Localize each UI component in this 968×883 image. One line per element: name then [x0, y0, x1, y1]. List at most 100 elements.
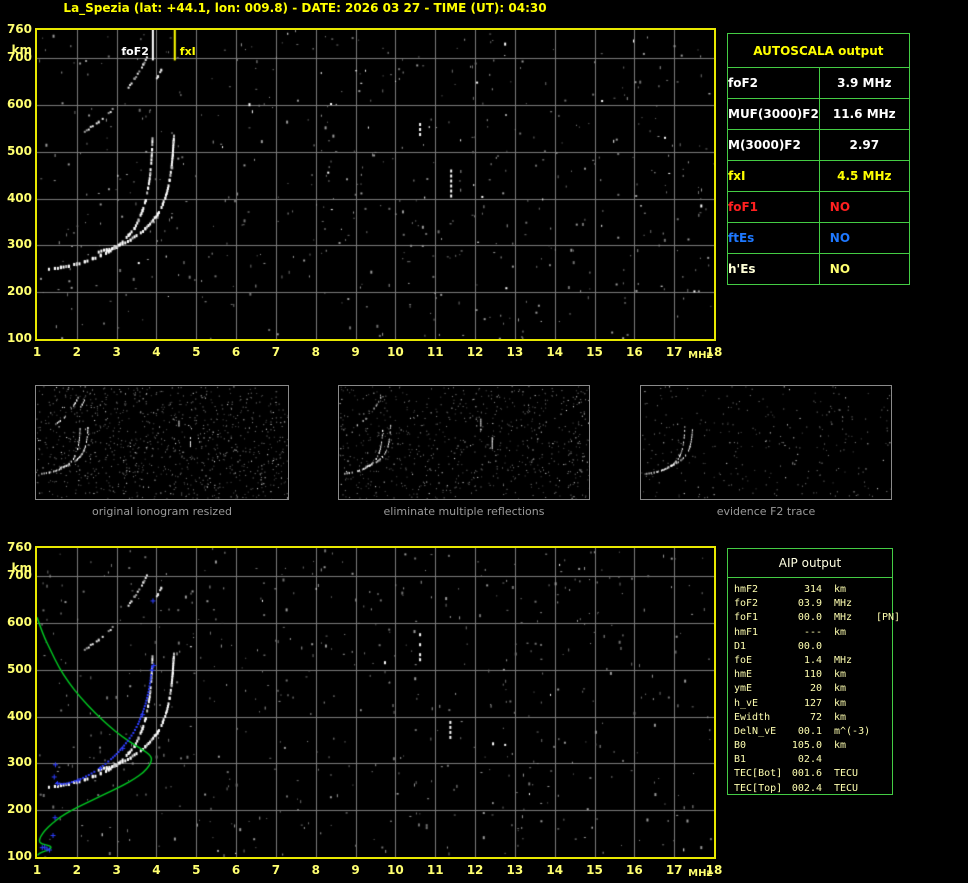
x-axis-unit-label: MHz [688, 350, 713, 361]
x-axis-tick-label: 10 [387, 863, 404, 877]
aip-table-row: foF1 00.0 MHz [PN] [734, 611, 900, 625]
autoscala-table-title: AUTOSCALA output [727, 33, 910, 68]
autoscala-table-row: MUF(3000)F2 11.6 MHz [727, 98, 910, 130]
aip-table-row: hmE 110 km [734, 668, 892, 682]
autoscala-table-row: foF1 NO [727, 191, 910, 223]
thumbnail-panel [338, 385, 590, 500]
aip-param-unit: km [834, 669, 847, 681]
autoscala-table-row: foF2 3.9 MHz [727, 67, 910, 99]
aip-col-gap [822, 583, 834, 597]
y-axis-tick-label: 300 [6, 237, 32, 252]
thumbnail-canvas [36, 386, 288, 499]
autoscala-param-value: 4.5 MHz [818, 160, 910, 192]
autoscala-param-value: 2.97 [818, 129, 910, 161]
aip-table-row: D1 00.0 [734, 640, 892, 654]
aip-param-value: 105.0 [791, 740, 822, 752]
aip-param-value: 314 [803, 584, 822, 595]
x-axis-tick-label: 2 [72, 345, 81, 359]
aip-col-gap [822, 753, 834, 767]
autoscala-table-row: fxI 4.5 MHz [727, 160, 910, 192]
aip-table-title: AIP output [728, 549, 892, 578]
aip-param-label: foF2 [734, 598, 759, 610]
autoscala-param-label: ftEs [727, 222, 820, 254]
aip-param-label: hmE [734, 669, 753, 681]
thumbnail-panel [640, 385, 892, 500]
autoscala-param-value: 3.9 MHz [818, 67, 910, 99]
aip-table-row: foF2 03.9 MHz [734, 597, 892, 611]
thumbnail-canvas [641, 386, 891, 499]
aip-param-label: foF1 [734, 612, 759, 624]
y-axis-tick-label: 600 [6, 96, 32, 111]
x-axis-tick-label: 14 [546, 345, 564, 359]
ionogram-canvas-top [37, 30, 714, 339]
aip-param-value: 00.0 [797, 612, 822, 624]
aip-col-gap [822, 697, 834, 711]
autoscala-param-value: 11.6 MHz [818, 98, 910, 130]
aip-param-extra [876, 739, 892, 753]
x-axis-tick-label: 17 [665, 345, 683, 359]
aip-param-label: hmF1 [734, 626, 759, 638]
aip-table-row: TEC[Bot] 001.6 TECU [734, 767, 892, 781]
x-axis-unit-label: MHz [688, 868, 713, 879]
y-axis-tick-label: 760 [6, 540, 32, 554]
aip-col-gap [822, 725, 834, 739]
aip-table-row: h_vE 127 km [734, 697, 892, 711]
y-axis-tick-label: 500 [6, 143, 32, 158]
aip-param-unit: m^(-3) [834, 725, 871, 737]
aip-col-gap [822, 682, 834, 696]
x-axis-tick-label: 16 [625, 863, 643, 877]
aip-param-extra [876, 725, 892, 739]
aip-param-extra [876, 583, 892, 597]
x-axis-tick-label: 7 [271, 863, 281, 877]
aip-param-value: 20 [809, 683, 822, 695]
x-axis-tick-label: 4 [152, 863, 161, 877]
aip-col-gap [822, 767, 834, 781]
x-axis-tick-label: 6 [231, 863, 241, 877]
y-axis-tick-label: 100 [6, 849, 32, 863]
autoscala-output-table: AUTOSCALA output foF2 3.9 MHz MUF(3000)F2 1… [727, 33, 910, 285]
aip-table-row: B0 105.0 km [734, 739, 892, 753]
autoscala-param-label: fxI [727, 160, 820, 192]
x-axis-tick-label: 1 [32, 345, 42, 359]
aip-param-value: --- [803, 626, 822, 638]
x-axis-tick-label: 7 [271, 345, 281, 359]
x-axis-tick-label: 13 [506, 345, 524, 359]
autoscala-param-value: NO [818, 222, 910, 254]
aip-param-label: DelN_vE [734, 725, 777, 737]
thumbnail-canvas [339, 386, 589, 499]
x-axis-tick-label: 9 [351, 863, 360, 877]
aip-param-value: 03.9 [797, 598, 822, 610]
x-axis-tick-label: 14 [546, 863, 564, 877]
aip-param-label: B0 [734, 740, 747, 752]
fxi-marker-label: fxI [179, 45, 196, 58]
y-axis-unit-label: km [11, 561, 32, 575]
aip-col-gap [822, 597, 834, 611]
autoscala-table-row: h'Es NO [727, 253, 910, 285]
aip-param-label: TEC[Top] [734, 782, 783, 794]
x-axis-tick-label: 6 [231, 345, 241, 359]
aip-param-value: 127 [803, 697, 822, 709]
aip-param-label: h_vE [734, 697, 759, 709]
aip-table-row: B1 02.4 [734, 753, 892, 767]
aip-param-extra [876, 668, 892, 682]
x-axis-tick-label: 10 [387, 345, 404, 359]
y-axis-tick-label: 400 [6, 708, 32, 723]
aip-param-label: ymE [734, 683, 753, 695]
aip-param-unit: MHz [834, 598, 853, 610]
aip-param-value: 00.1 [797, 725, 822, 737]
aip-param-extra: [PN] [876, 612, 901, 624]
x-axis-tick-label: 15 [586, 863, 603, 877]
aip-param-unit: km [834, 584, 847, 595]
aip-param-extra [876, 697, 892, 711]
aip-param-unit: km [834, 626, 847, 638]
x-axis-tick-label: 5 [192, 345, 201, 359]
aip-param-label: D1 [734, 640, 747, 652]
aip-param-unit: km [834, 740, 847, 752]
aip-col-gap [822, 711, 834, 725]
page-title: La_Spezia (lat: +44.1, lon: 009.8) - DAT… [63, 1, 547, 15]
aip-col-gap [822, 626, 834, 640]
aip-param-value: 002.4 [791, 782, 822, 794]
autoscala-param-label: h'Es [727, 253, 820, 285]
aip-param-value: 02.4 [797, 754, 822, 766]
y-axis-tick-label: 600 [6, 614, 32, 629]
